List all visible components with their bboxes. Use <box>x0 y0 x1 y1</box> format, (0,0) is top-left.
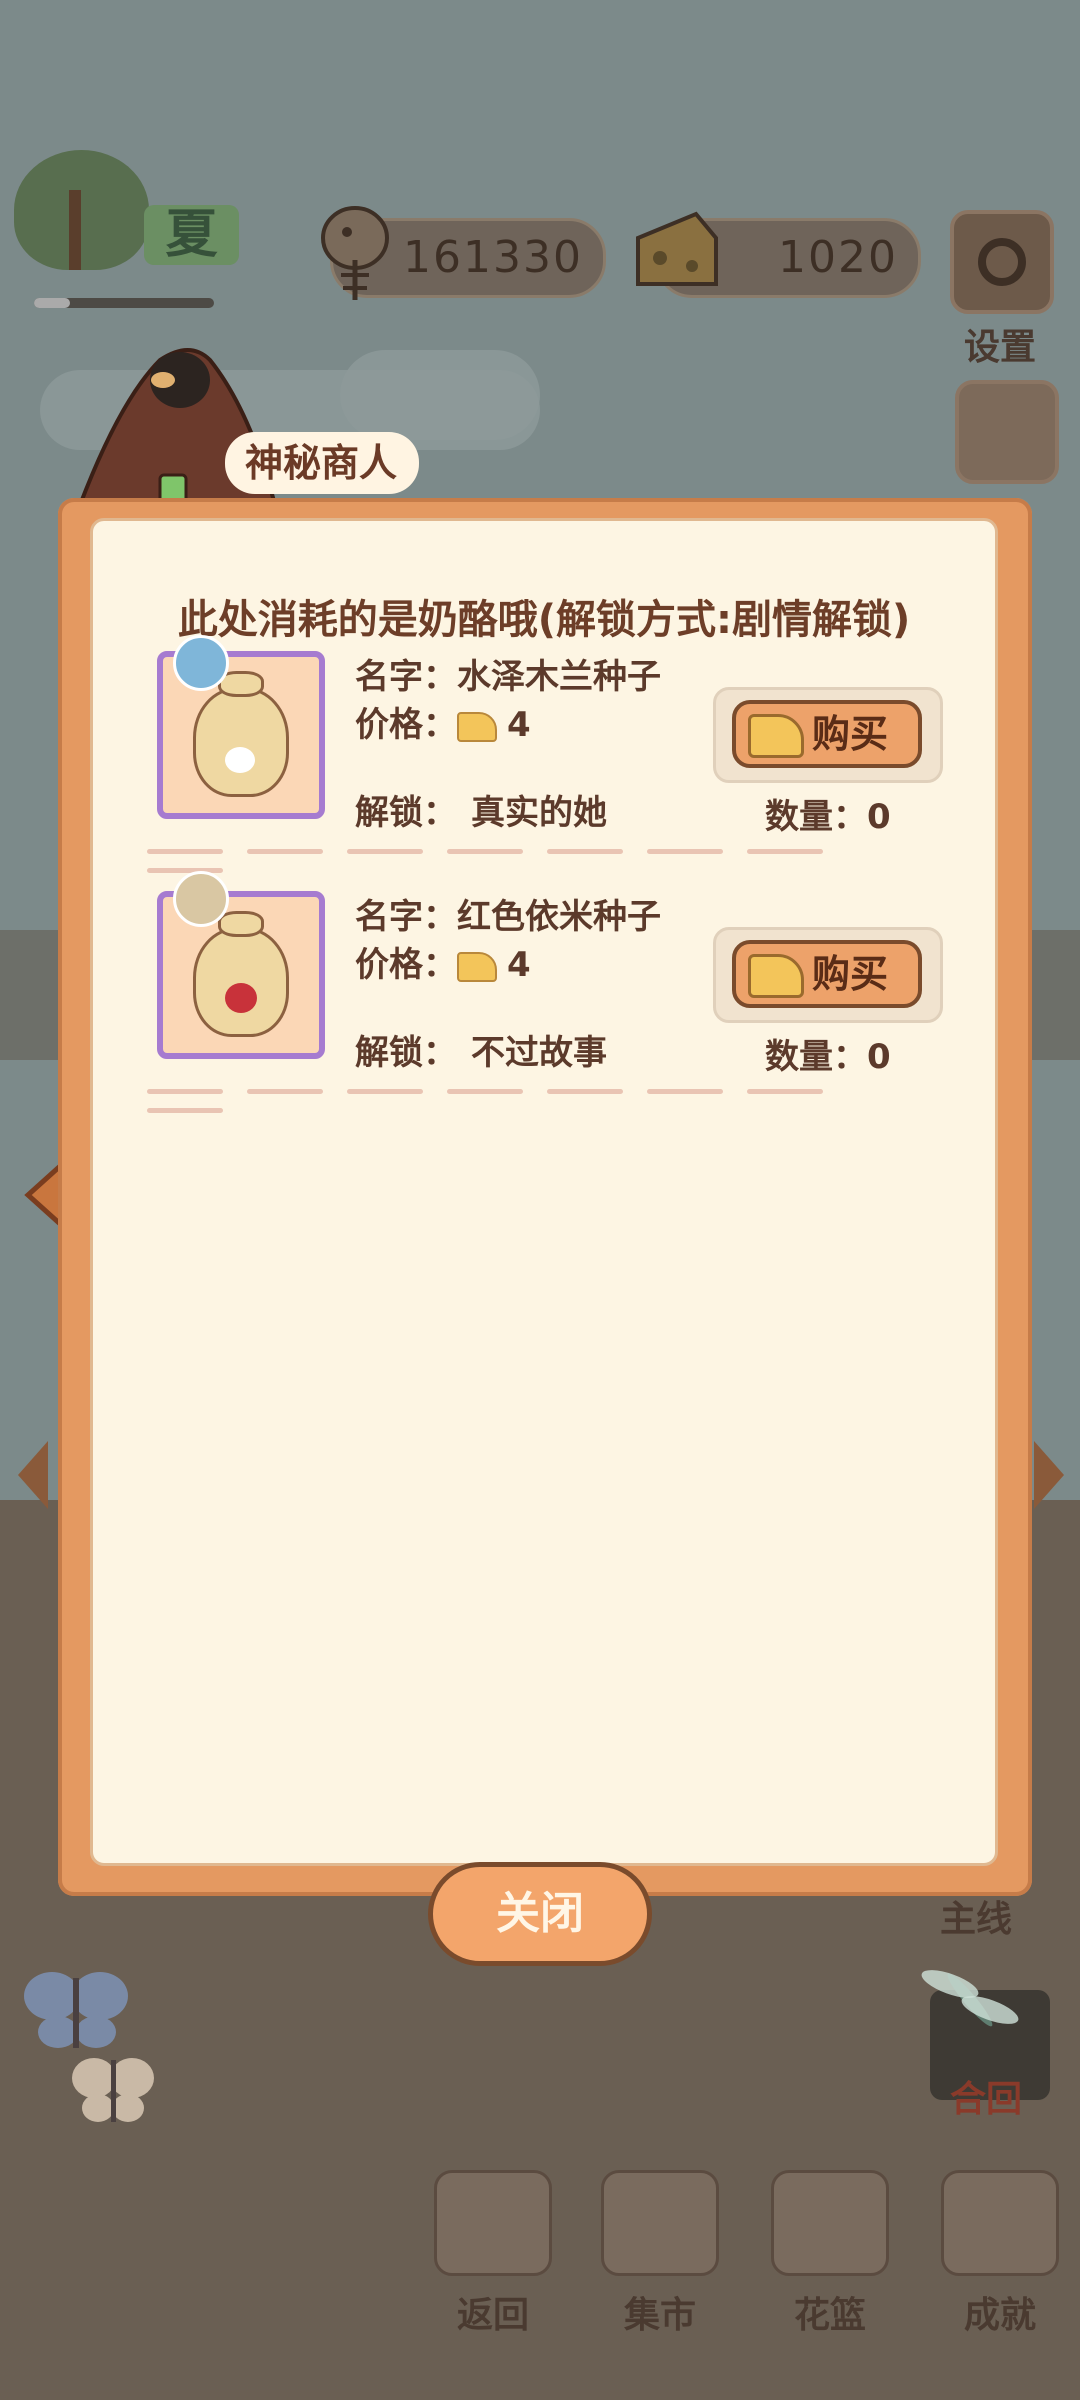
item-name: 红色依米种子 <box>457 897 661 937</box>
name-label: 名字： <box>355 897 457 937</box>
mainline-quest-button[interactable]: 主线 <box>940 1890 1012 1942</box>
unlock-value: 不过故事 <box>471 1033 607 1073</box>
combine-button[interactable]: 合回 <box>921 1970 1050 2120</box>
name-label: 名字： <box>355 657 457 697</box>
close-button[interactable]: 关闭 <box>428 1862 652 1966</box>
item-price-row: 价格： 4 <box>355 937 531 986</box>
item-quantity-row: 数量：0 <box>765 1029 891 1078</box>
nav-back-label: 返回 <box>456 2295 529 2336</box>
gear-icon <box>950 210 1054 314</box>
shop-dialog-content: 此处消耗的是奶酪哦(解锁方式:剧情解锁) 名字：水泽木兰种子 价格： 4 解锁：真… <box>90 518 998 1866</box>
chevron-right-icon[interactable] <box>1030 1435 1070 1515</box>
cheese-icon <box>457 951 497 982</box>
item-unlock-row: 解锁： 不过故事 <box>355 1025 607 1074</box>
cheese-icon <box>636 211 718 286</box>
cheese-icon <box>748 954 804 998</box>
unlock-label: 解锁： <box>355 1033 457 1073</box>
divider <box>147 839 927 873</box>
quantity-value: 0 <box>867 797 891 837</box>
combine-label: 合回 <box>950 2079 1023 2120</box>
seed-bag-icon <box>193 687 289 797</box>
notes-button[interactable] <box>955 380 1059 484</box>
tree-trunk <box>69 190 81 270</box>
notes-icon <box>955 380 1059 484</box>
market-stall-icon <box>601 2170 719 2276</box>
item-unlock-row: 解锁： 真实的她 <box>355 785 607 834</box>
price-label: 价格： <box>355 945 457 985</box>
item-name: 水泽木兰种子 <box>457 657 661 697</box>
merchant-name-tag: 神秘商人 <box>225 432 420 494</box>
list-item: 名字：水泽木兰种子 价格： 4 解锁： 真实的她 数量：0 购买 <box>93 631 995 873</box>
red-flower-icon <box>225 983 257 1013</box>
unlock-label: 解锁： <box>355 793 457 833</box>
divider <box>147 1079 927 1113</box>
desert-habitat-icon <box>173 871 229 927</box>
item-name-row: 名字：红色依米种子 <box>355 889 661 938</box>
nav-flower-basket[interactable]: 花篮 <box>770 2170 890 2338</box>
season-progress-bar <box>34 298 214 308</box>
item-name-row: 名字：水泽木兰种子 <box>355 649 661 698</box>
item-price: 4 <box>507 945 531 985</box>
quantity-label: 数量： <box>765 797 867 837</box>
shop-dialog: 此处消耗的是奶酪哦(解锁方式:剧情解锁) 名字：水泽木兰种子 价格： 4 解锁：真… <box>58 498 1032 1896</box>
window-icon <box>434 2170 552 2276</box>
cheese-currency-value: 1020 <box>778 232 898 283</box>
nav-achievements-label: 成就 <box>963 2295 1036 2336</box>
tree-icon <box>14 150 149 270</box>
unlock-value: 真实的她 <box>471 793 607 833</box>
price-label: 价格： <box>355 705 457 745</box>
item-quantity-row: 数量：0 <box>765 789 891 838</box>
item-price-row: 价格： 4 <box>355 697 531 746</box>
cloud <box>340 350 540 440</box>
flower-basket-icon <box>771 2170 889 2276</box>
settings-label: 设置 <box>963 327 1036 368</box>
quantity-label: 数量： <box>765 1037 867 1077</box>
nav-market[interactable]: 集市 <box>600 2170 720 2338</box>
seed-bag-knot <box>218 911 264 937</box>
butterfly-icon <box>72 2058 154 2122</box>
cheese-icon <box>457 711 497 742</box>
nav-back[interactable]: 返回 <box>433 2170 553 2338</box>
water-habitat-icon <box>173 635 229 691</box>
fish-bone-icon <box>321 206 389 300</box>
season-widget[interactable]: 夏 <box>14 150 239 308</box>
cheese-icon <box>748 714 804 758</box>
item-price: 4 <box>507 705 531 745</box>
buy-button-frame: 购买 <box>713 687 943 783</box>
buy-button-label: 购买 <box>812 952 889 996</box>
trophy-icon <box>941 2170 1059 2276</box>
fish-currency-value: 161330 <box>403 232 583 283</box>
seed-bag-icon <box>193 927 289 1037</box>
list-item: 名字：红色依米种子 价格： 4 解锁： 不过故事 数量：0 购买 <box>93 871 995 1113</box>
magnolia-flower-icon <box>225 747 255 773</box>
nav-flower-basket-label: 花篮 <box>793 2295 866 2336</box>
quantity-value: 0 <box>867 1037 891 1077</box>
buy-button-frame: 购买 <box>713 927 943 1023</box>
nav-market-label: 集市 <box>623 2295 696 2336</box>
buy-button[interactable]: 购买 <box>732 700 922 768</box>
settings-button[interactable]: 设置 <box>950 210 1054 370</box>
chevron-left-icon[interactable] <box>12 1435 52 1515</box>
butterfly-icon <box>24 1972 128 2048</box>
nav-achievements[interactable]: 成就 <box>940 2170 1060 2338</box>
dragonfly-icon <box>921 1970 1019 2027</box>
season-label: 夏 <box>144 205 239 265</box>
buy-button-label: 购买 <box>812 712 889 756</box>
buy-button[interactable]: 购买 <box>732 940 922 1008</box>
